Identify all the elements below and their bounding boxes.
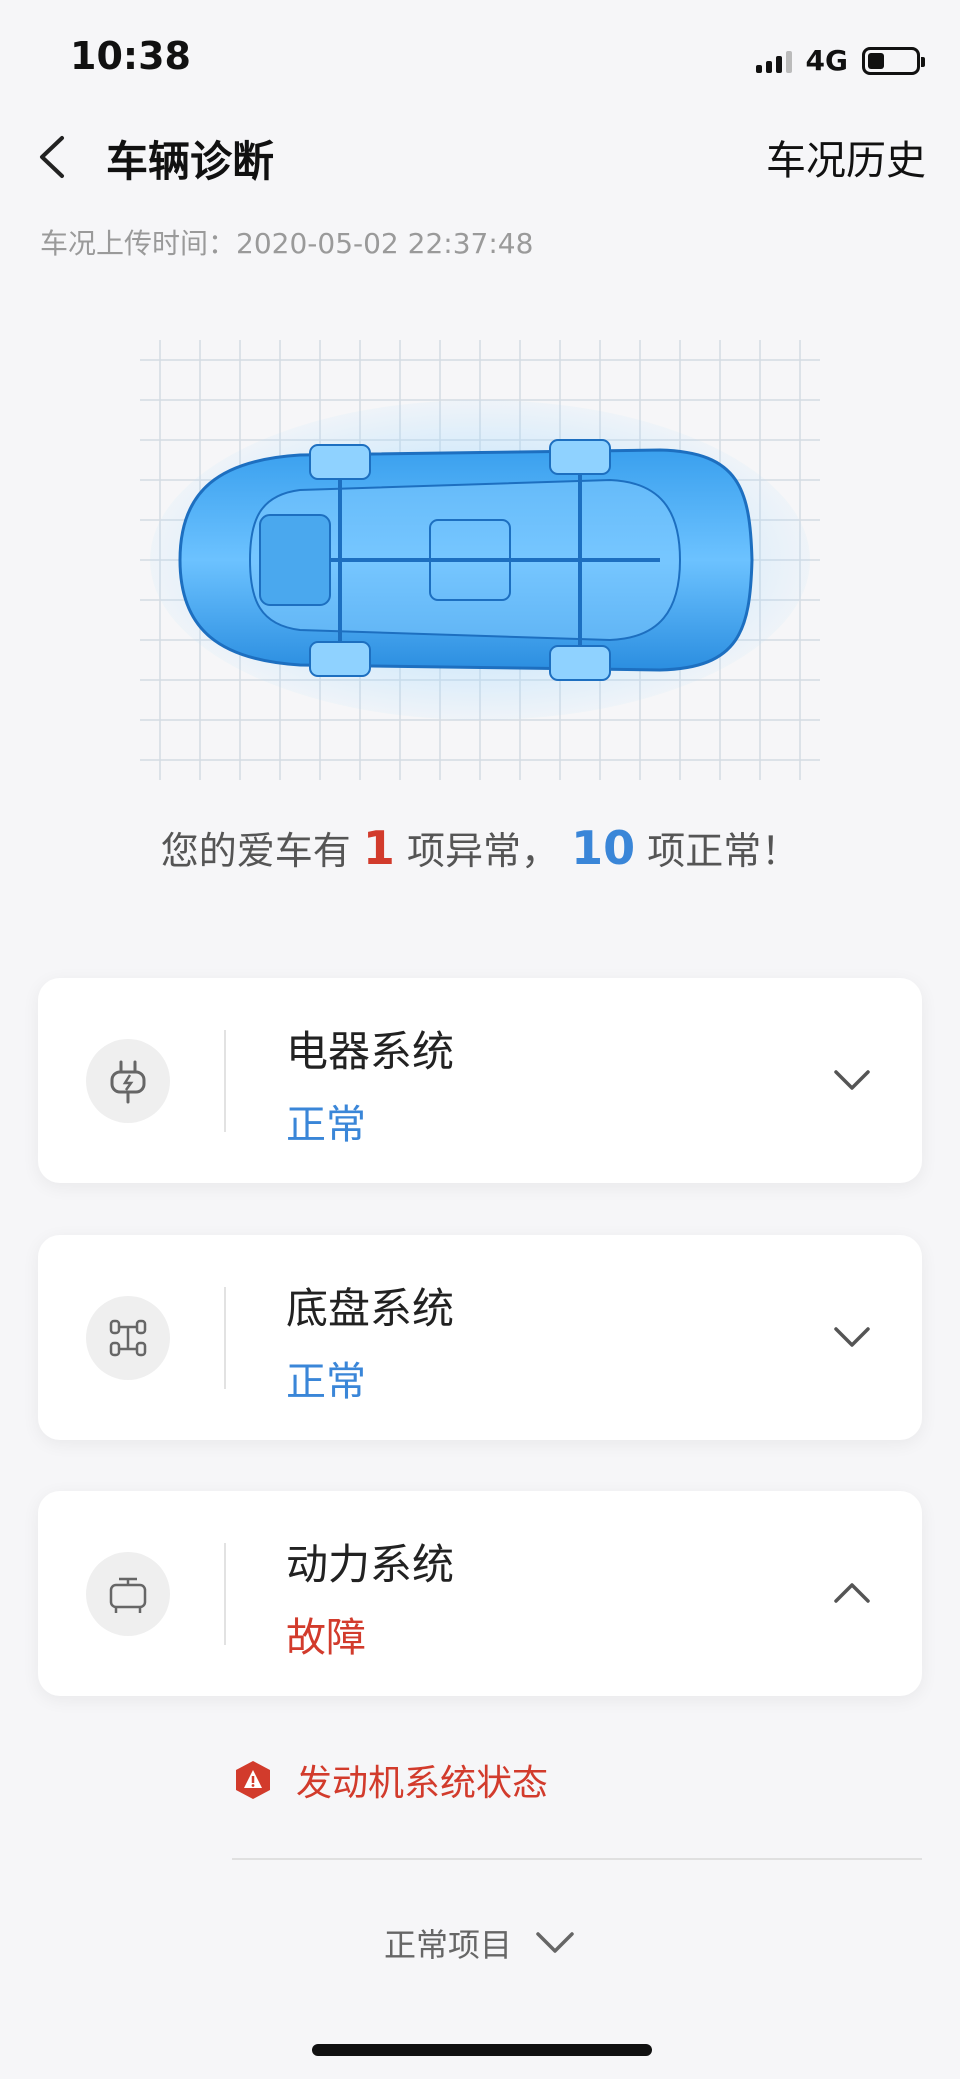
warning-icon [236, 1761, 270, 1799]
system-status: 正常 [286, 1359, 366, 1405]
engine-icon [86, 1552, 170, 1636]
signal-icon [755, 49, 792, 73]
status-bar: 10:38 4G [0, 0, 960, 120]
system-name: 底盘系统 [286, 1284, 455, 1333]
car-xray-image [140, 340, 820, 780]
system-name: 电器系统 [286, 1027, 455, 1076]
chevron-down-icon [536, 1932, 574, 1953]
summary-prefix: 您的爱车有 [160, 829, 351, 873]
upload-time-label: 车况上传时间： [40, 227, 237, 260]
chassis-icon [86, 1296, 170, 1380]
system-name: 动力系统 [286, 1540, 455, 1589]
card-divider [224, 1543, 226, 1645]
fault-divider [232, 1858, 922, 1860]
system-status: 故障 [286, 1615, 366, 1661]
chevron-up-icon[interactable] [832, 1573, 872, 1613]
home-indicator[interactable] [312, 2044, 652, 2056]
nav-bar: 车辆诊断 车况历史 [0, 118, 960, 198]
fault-item-engine[interactable]: 发动机系统状态 [232, 1754, 548, 1806]
upload-time-value: 2020-05-02 22:37:48 [236, 227, 534, 260]
upload-time: 车况上传时间：2020-05-02 22:37:48 [40, 222, 533, 262]
normal-items-toggle[interactable]: 正常项目 [0, 1920, 960, 1966]
system-card-electrical[interactable]: 电器系统 正常 [38, 978, 922, 1183]
status-indicators: 4G [755, 44, 925, 77]
card-divider [224, 1030, 226, 1132]
chevron-down-icon[interactable] [832, 1317, 872, 1357]
back-button[interactable] [30, 132, 80, 182]
car-illustration [140, 340, 820, 780]
summary-middle: 项异常， [406, 829, 559, 873]
history-link[interactable]: 车况历史 [766, 128, 926, 186]
fault-label: 发动机系统状态 [296, 1763, 549, 1804]
summary-suffix: 项正常！ [647, 829, 800, 873]
battery-fill [868, 52, 885, 69]
status-time: 10:38 [70, 34, 191, 78]
plug-icon [86, 1039, 170, 1123]
page-title: 车辆诊断 [106, 137, 275, 186]
abnormal-count: 1 [362, 821, 395, 875]
network-type: 4G [805, 44, 848, 77]
diagnosis-summary: 您的爱车有 1 项异常， 10 项正常！ [0, 820, 960, 875]
normal-count: 10 [571, 821, 636, 875]
system-status: 正常 [286, 1102, 366, 1148]
normal-items-label: 正常项目 [383, 1926, 512, 1964]
card-divider [224, 1287, 226, 1389]
system-card-powertrain[interactable]: 动力系统 故障 [38, 1491, 922, 1696]
chevron-left-icon [40, 136, 64, 178]
battery-icon [862, 46, 925, 75]
chevron-down-icon[interactable] [832, 1060, 872, 1100]
system-card-chassis[interactable]: 底盘系统 正常 [38, 1235, 922, 1440]
